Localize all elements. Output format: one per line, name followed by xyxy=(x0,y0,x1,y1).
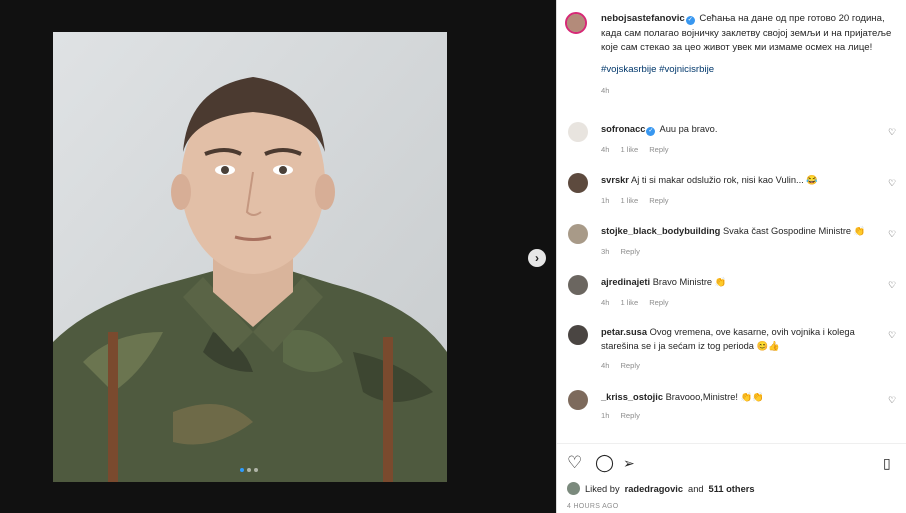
comment-text-block: _kriss_ostojic Bravooo,Ministre! 👏👏 xyxy=(601,390,884,404)
comment-meta: 4h 1 like Reply xyxy=(601,145,680,154)
heart-icon[interactable]: ♡ xyxy=(888,230,897,239)
commenter-avatar[interactable] xyxy=(568,122,588,142)
comment-username[interactable]: petar.susa xyxy=(601,327,647,337)
comment-item: stojke_black_bodybuilding Svaka čast Gos… xyxy=(565,224,901,264)
comment-text-block: sofronacc ✓ Auu pa bravo. xyxy=(601,122,884,136)
media-viewer: › xyxy=(0,0,556,513)
next-photo-button[interactable]: › xyxy=(528,249,546,267)
comment-meta: 3h Reply xyxy=(601,247,651,256)
likes-prefix: Liked by xyxy=(585,483,620,494)
comment-time: 3h xyxy=(601,247,610,256)
heart-icon[interactable]: ♡ xyxy=(888,281,897,290)
carousel-dot xyxy=(247,468,251,472)
liker-avatar[interactable] xyxy=(567,482,580,495)
heart-icon[interactable]: ♡ xyxy=(888,331,897,340)
comment-username[interactable]: ajredinajeti xyxy=(601,277,650,287)
comment-username[interactable]: stojke_black_bodybuilding xyxy=(601,226,720,236)
comment-likes[interactable]: 1 like xyxy=(620,145,638,154)
comment-time: 1h xyxy=(601,411,610,420)
share-icon[interactable]: ➢ xyxy=(623,454,635,472)
comment-username[interactable]: _kriss_ostojic xyxy=(601,392,663,402)
verified-badge-icon: ✓ xyxy=(646,127,656,136)
liker-username[interactable]: radedragovic xyxy=(625,484,683,494)
comment-item: sofronacc ✓ Auu pa bravo. 4h 1 like Reply ♡ xyxy=(565,122,901,162)
comment-text-block: petar.susa Ovog vremena, ove kasarne, ov… xyxy=(601,325,884,353)
comment-item: ajredinajeti Bravo Ministre 👏 4h 1 like Re… xyxy=(565,275,901,315)
reply-button[interactable]: Reply xyxy=(649,196,668,205)
commenter-avatar[interactable] xyxy=(568,325,588,345)
heart-icon[interactable]: ♡ xyxy=(567,454,582,472)
carousel-dot xyxy=(240,468,244,472)
comment-item: petar.susa Ovog vremena, ove kasarne, ov… xyxy=(565,325,901,375)
comment-time: 4h xyxy=(601,145,610,154)
author-username[interactable]: nebojsastefanovic xyxy=(601,13,685,24)
hashtags[interactable]: #vojskasrbije #vojnicisrbije xyxy=(601,63,901,78)
comment-item: svrskr Aj ti si makar odslužio rok, nisi… xyxy=(565,173,901,213)
comment-meta: 1h Reply xyxy=(601,411,651,420)
post-time-ago: 4 HOURS AGO xyxy=(567,503,619,510)
caption-text-block: nebojsastefanovic ✓ Сећања на дане од пре… xyxy=(601,12,901,99)
comment-text-block: stojke_black_bodybuilding Svaka čast Gos… xyxy=(601,224,884,238)
reply-button[interactable]: Reply xyxy=(620,361,639,370)
verified-badge-icon: ✓ xyxy=(685,16,695,25)
commenter-avatar[interactable] xyxy=(568,173,588,193)
reply-button[interactable]: Reply xyxy=(649,298,668,307)
comment-meta: 4h 1 like Reply xyxy=(601,298,680,307)
comment-text: Auu pa bravo. xyxy=(659,124,718,134)
post-actions-bar: ♡ ◯ ➢ ▯ xyxy=(557,443,906,483)
carousel-dot xyxy=(254,468,258,472)
commenter-avatar[interactable] xyxy=(568,224,588,244)
caption-time: 4h xyxy=(601,86,610,95)
carousel-indicator xyxy=(240,468,258,472)
comment-item: _kriss_ostojic Bravooo,Ministre! 👏👏 1h Re… xyxy=(565,390,901,430)
reply-button[interactable]: Reply xyxy=(649,145,668,154)
comment-time: 4h xyxy=(601,361,610,370)
reply-button[interactable]: Reply xyxy=(620,247,639,256)
chevron-right-icon: › xyxy=(535,251,539,265)
likes-others[interactable]: 511 others xyxy=(709,484,755,494)
comment-likes[interactable]: 1 like xyxy=(620,298,638,307)
comment-text: Bravooo,Ministre! 👏👏 xyxy=(665,392,764,402)
comment-meta: 4h Reply xyxy=(601,361,651,370)
comment-likes[interactable]: 1 like xyxy=(620,196,638,205)
comment-time: 1h xyxy=(601,196,610,205)
comment-text-block: ajredinajeti Bravo Ministre 👏 xyxy=(601,275,884,289)
comment-text: Bravo Ministre 👏 xyxy=(652,277,727,287)
commenter-avatar[interactable] xyxy=(568,275,588,295)
comment-username[interactable]: svrskr xyxy=(601,175,629,185)
comment-time: 4h xyxy=(601,298,610,307)
comment-text-block: svrskr Aj ti si makar odslužio rok, nisi… xyxy=(601,173,884,187)
author-avatar[interactable] xyxy=(565,12,587,34)
bookmark-icon[interactable]: ▯ xyxy=(883,454,891,472)
likes-and: and xyxy=(688,483,704,494)
heart-icon[interactable]: ♡ xyxy=(888,179,897,188)
post-details-panel: nebojsastefanovic ✓ Сећања на дане од пре… xyxy=(556,0,906,513)
comment-text: Svaka čast Gospodine Ministre 👏 xyxy=(722,226,866,236)
commenter-avatar[interactable] xyxy=(568,390,588,410)
likes-summary: Liked by radedragovic and 511 others xyxy=(567,482,755,495)
comment-meta: 1h 1 like Reply xyxy=(601,196,680,205)
heart-icon[interactable]: ♡ xyxy=(888,396,897,405)
heart-icon[interactable]: ♡ xyxy=(888,128,897,137)
comment-text: Aj ti si makar odslužio rok, nisi kao Vu… xyxy=(631,175,818,185)
comment-username[interactable]: sofronacc xyxy=(601,124,645,134)
post-photo xyxy=(53,32,447,482)
comment-icon[interactable]: ◯ xyxy=(595,454,614,472)
reply-button[interactable]: Reply xyxy=(620,411,639,420)
